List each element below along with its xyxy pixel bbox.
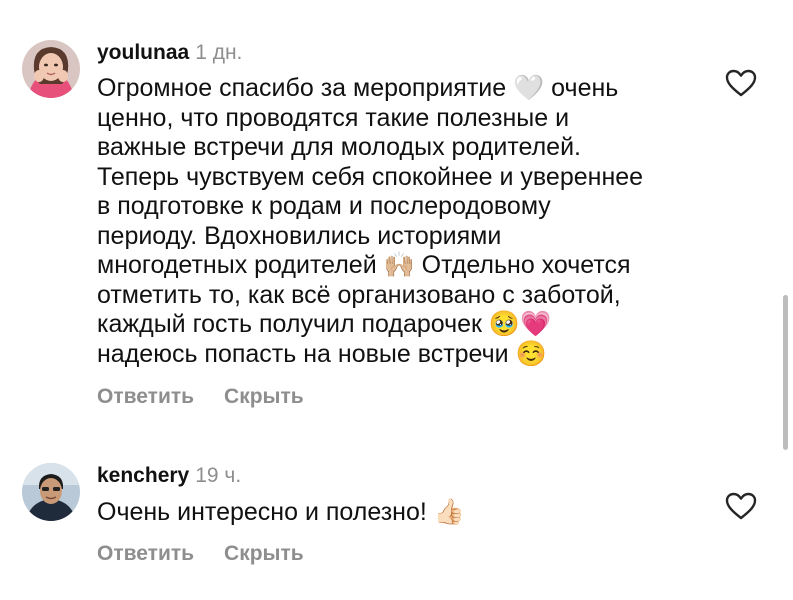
comment-text-line: важные встречи для молодых родителей. (97, 133, 581, 161)
comment-text-line: отметить то, как всё организовано с забо… (97, 280, 621, 309)
scrollbar[interactable] (783, 295, 788, 450)
username[interactable]: youlunaa (97, 41, 189, 64)
reply-button[interactable]: Ответить (97, 542, 194, 565)
hide-button[interactable]: Скрыть (224, 385, 304, 408)
comment-text-line: в подготовке к родам и послеродовому (97, 192, 551, 220)
comment-time: 1 дн. (195, 41, 243, 64)
comment-text-line: многодетных родителей 🙌🏼 Отдельно хочетс… (97, 251, 631, 279)
comment-text-line: Огромное спасибо за мероприятие 🤍 очень (97, 74, 619, 102)
comment-text-line: Теперь чувствуем себя спокойнее и уверен… (97, 162, 644, 191)
comment-text-line: периоду. Вдохновились историями (97, 221, 502, 250)
comment-actions: Ответить Скрыть (97, 385, 304, 409)
comment-text: Очень интересно и полезно! 👍🏻 (97, 498, 717, 528)
comment-text-line: надеюсь попасть на новые встречи ☺️ (97, 339, 547, 368)
hide-button[interactable]: Скрыть (224, 542, 304, 565)
heart-outline-icon[interactable] (725, 69, 757, 97)
comment-meta: youlunaa 1 дн. (97, 40, 242, 66)
comment-text-line: Очень интересно и полезно! 👍🏻 (97, 498, 465, 526)
reply-button[interactable]: Ответить (97, 385, 194, 408)
comment-time: 19 ч. (195, 464, 242, 487)
comment-text-line: каждый гость получил подарочек 🥹💗 (97, 310, 552, 338)
comment-text-line: ценно, что проводятся такие полезные и (97, 103, 570, 132)
avatar[interactable] (22, 40, 80, 98)
comment-actions: Ответить Скрыть (97, 542, 304, 566)
comment-text: Огромное спасибо за мероприятие 🤍 очень … (97, 74, 717, 369)
username[interactable]: kenchery (97, 464, 189, 487)
avatar[interactable] (22, 463, 80, 521)
heart-outline-icon[interactable] (725, 492, 757, 520)
comment-meta: kenchery 19 ч. (97, 463, 241, 489)
